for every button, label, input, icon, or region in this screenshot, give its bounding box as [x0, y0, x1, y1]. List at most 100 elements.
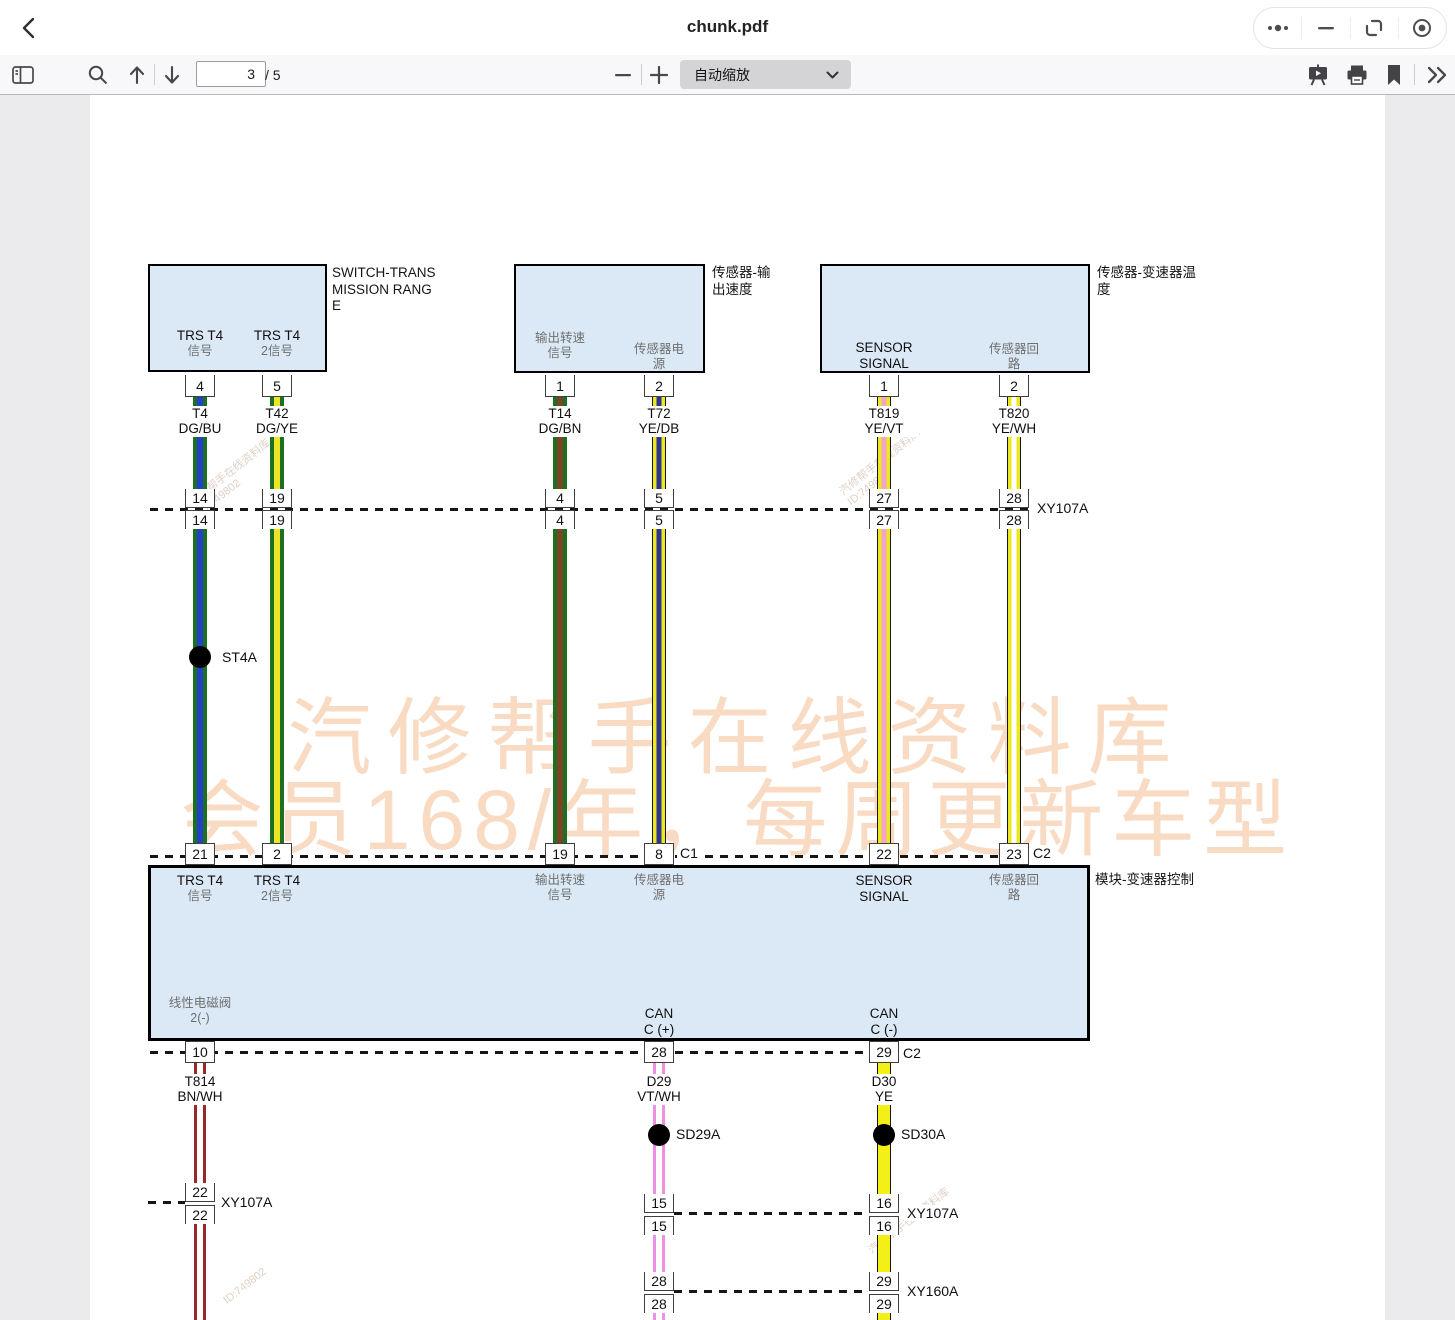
pin-box: 5: [262, 375, 292, 397]
terminal-label: TRS T42信号: [232, 328, 322, 359]
pin-box: 16: [869, 1194, 899, 1213]
zoom-in-button[interactable]: [646, 62, 672, 88]
window-controls: [1253, 7, 1447, 49]
connector-dash-line: [148, 1201, 185, 1204]
wire-label: T820YE/WH: [979, 406, 1049, 437]
wire-label: D30YE: [849, 1074, 919, 1105]
connector-dash-line: [674, 1212, 869, 1215]
sidebar-toggle-icon[interactable]: [10, 62, 36, 88]
wire-label: T72YE/DB: [624, 406, 694, 437]
zoom-mode-select[interactable]: 自动缩放: [680, 60, 851, 89]
pdf-viewer-background: 汽修帮手在线资料库 会员168/年，每周更新车型 汽修帮手在线资料库ID:749…: [0, 95, 1455, 1320]
maximize-button[interactable]: [1351, 16, 1398, 40]
wire-t4: [193, 529, 207, 843]
terminal-label: SENSORSIGNAL: [839, 873, 929, 905]
terminal-label: CANC (-): [839, 1006, 929, 1038]
pin-box: 2: [644, 375, 674, 397]
terminal-label: CANC (+): [614, 1006, 704, 1038]
connector-label: XY107A: [1034, 500, 1091, 516]
terminal-label: 输出转速信号: [515, 331, 605, 361]
pin-box: 4: [545, 510, 575, 529]
pin-box: 14: [185, 510, 215, 529]
box-ext-label: 传感器-输出速度: [712, 265, 771, 298]
titlebar: chunk.pdf: [0, 0, 1455, 56]
document-title: chunk.pdf: [0, 17, 1455, 37]
pin-box: 27: [869, 489, 899, 508]
wire-t820: [1007, 529, 1021, 843]
pin-box: 22: [869, 843, 899, 865]
next-page-button[interactable]: [159, 62, 185, 88]
divider: [1414, 64, 1415, 85]
terminal-label: 线性电磁阀2(-): [155, 996, 245, 1026]
pdf-page: 汽修帮手在线资料库 会员168/年，每周更新车型 汽修帮手在线资料库ID:749…: [90, 95, 1385, 1320]
splice-label: SD29A: [674, 1126, 722, 1142]
wire-t14: [553, 529, 567, 843]
pin-box: 23: [999, 843, 1029, 865]
terminal-label: 传感器回路: [969, 873, 1059, 903]
connector-label: C2: [900, 1045, 924, 1061]
pin-box: 15: [644, 1194, 674, 1213]
divider: [154, 64, 155, 85]
print-icon[interactable]: [1344, 62, 1370, 88]
wire-d29: [652, 1235, 666, 1272]
zoom-out-button[interactable]: [610, 62, 636, 88]
splice-dot-sd30a: [873, 1124, 895, 1146]
wire-d30: [877, 1313, 891, 1320]
pin-box: 22: [185, 1183, 215, 1202]
pin-box: 5: [644, 510, 674, 529]
terminal-label: 输出转速信号: [515, 873, 605, 903]
pin-box: 2: [262, 843, 292, 865]
more-tools-icon[interactable]: [1424, 62, 1450, 88]
pin-box: 28: [644, 1294, 674, 1313]
more-options-button[interactable]: [1254, 16, 1301, 40]
record-button[interactable]: [1399, 16, 1446, 40]
terminal-label: 传感器电源: [614, 873, 704, 903]
pin-box: 16: [869, 1216, 899, 1235]
pin-box: 19: [545, 843, 575, 865]
wire-t819: [877, 529, 891, 843]
pin-box: 8: [644, 843, 674, 865]
search-icon[interactable]: [85, 62, 111, 88]
terminal-label: 传感器回路: [969, 342, 1059, 372]
previous-page-button[interactable]: [124, 62, 150, 88]
pin-box: 27: [869, 510, 899, 529]
pin-box: 28: [644, 1272, 674, 1291]
wire-label: T4DG/BU: [165, 406, 235, 437]
wire-label: T814BN/WH: [165, 1074, 235, 1105]
minimize-button[interactable]: [1302, 16, 1349, 40]
page-count-label: / 5: [265, 67, 281, 83]
pin-box: 14: [185, 489, 215, 508]
wire-d29: [652, 1313, 666, 1320]
pin-box: 2: [999, 375, 1029, 397]
wire-t42: [270, 529, 284, 843]
box-ext-label: 传感器-变速器温度: [1097, 265, 1196, 298]
bookmark-icon[interactable]: [1381, 62, 1407, 88]
box-ext-label: SWITCH-TRANSMISSION RANGE: [332, 265, 436, 315]
splice-dot-sd29a: [648, 1124, 670, 1146]
pin-box: 29: [869, 1041, 899, 1063]
pin-box: 29: [869, 1272, 899, 1291]
chevron-down-icon: [826, 71, 839, 79]
pin-box: 4: [185, 375, 215, 397]
terminal-label: 传感器电源: [614, 342, 704, 372]
pin-box: 1: [869, 375, 899, 397]
pin-box: 10: [185, 1041, 215, 1063]
pin-box: 29: [869, 1294, 899, 1313]
pin-box: 4: [545, 489, 575, 508]
connector-label: XY160A: [904, 1283, 961, 1299]
wire-t814: [193, 1224, 207, 1320]
page-number-input[interactable]: [196, 61, 266, 87]
pin-box: 22: [185, 1205, 215, 1224]
wire-label: T14DG/BN: [525, 406, 595, 437]
wire-label: T819YE/VT: [849, 406, 919, 437]
pin-box: 19: [262, 510, 292, 529]
splice-label: ST4A: [220, 649, 259, 665]
divider: [641, 64, 642, 85]
connector-dash-line: [150, 1051, 875, 1054]
watermark-stamp: ID:749802: [221, 1266, 269, 1307]
presentation-mode-icon[interactable]: [1305, 62, 1331, 88]
pin-box: 28: [999, 489, 1029, 508]
wire-label: D29VT/WH: [624, 1074, 694, 1105]
pin-box: 19: [262, 489, 292, 508]
connector-label: XY107A: [218, 1194, 275, 1210]
